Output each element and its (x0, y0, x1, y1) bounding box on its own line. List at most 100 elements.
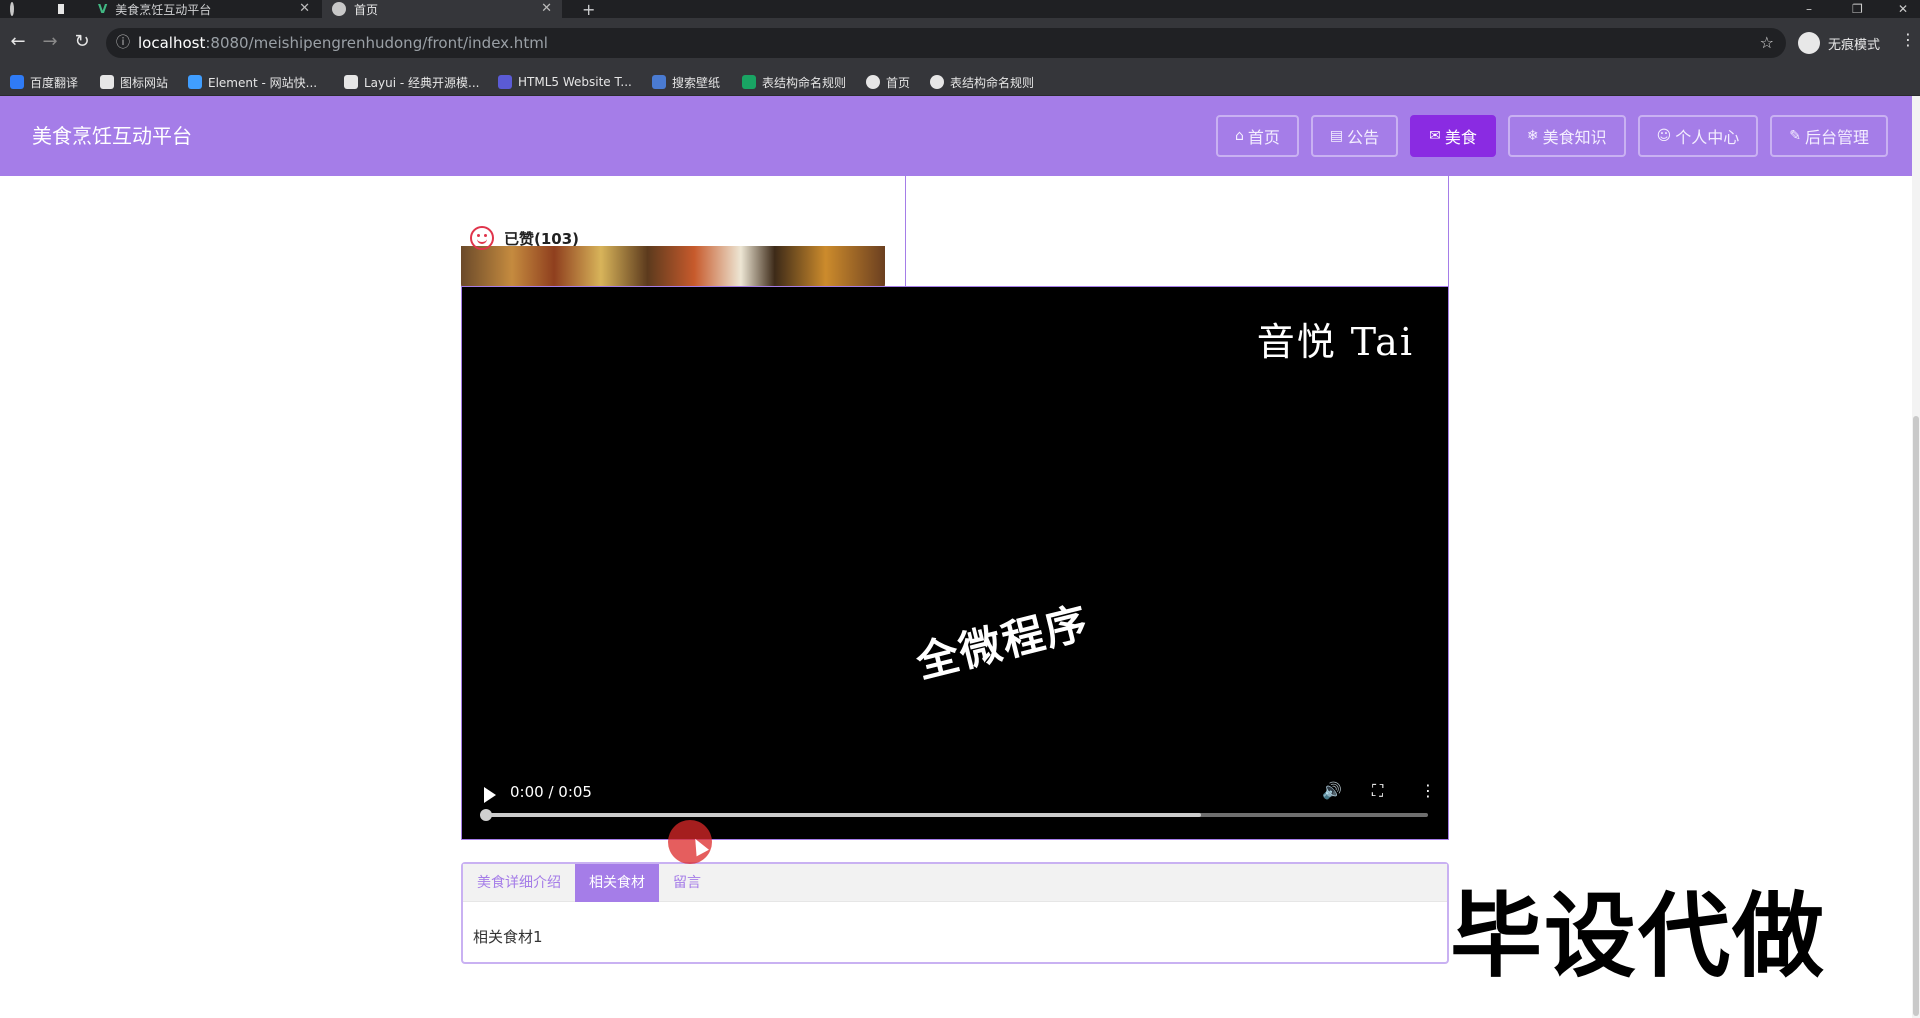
nav-label: 美食知识 (1542, 128, 1607, 147)
tab-content: 相关食材1 (473, 928, 543, 946)
incognito-label: 无痕模式 (1828, 37, 1881, 53)
more-options-icon[interactable]: ⋮ (1420, 781, 1436, 800)
progress-thumb[interactable] (480, 809, 492, 821)
back-button[interactable]: ← (6, 30, 30, 54)
nav-label: 首页 (1247, 128, 1280, 147)
browser-tab-1[interactable]: V 美食烹饪互动平台 ✕ (88, 0, 320, 18)
video-buffer (484, 813, 1202, 817)
bookmark-label: 图标网站 (120, 75, 169, 90)
detail-tabs: 美食详细介绍 相关食材 留言 相关食材1 (461, 862, 1449, 964)
url-host: localhost (138, 34, 206, 52)
bookmark-item[interactable]: Element - 网站快... (188, 68, 317, 96)
element-icon (188, 75, 202, 89)
video-player[interactable]: 音悦 Tai 全微程序 0:00 / 0:05 🔊 ⛶ ⋮ (461, 286, 1449, 840)
bookmark-item[interactable]: 图标网站 (100, 68, 168, 96)
video-time: 0:00 / 0:05 (510, 783, 592, 801)
site-header: 美食烹饪互动平台 ⌂ 首页 ▤ 公告 ✉ 美食 ❄ 美食知识 ☺ 个人中心 ✎ … (0, 96, 1920, 176)
scroll-thumb[interactable] (1913, 416, 1919, 1016)
nav-admin[interactable]: ✎ 后台管理 (1770, 115, 1888, 157)
video-watermark: 音悦 Tai (1256, 320, 1414, 364)
url-path: :8080/meishipengrenhudong/front/index.ht… (205, 34, 548, 52)
globe-icon (866, 75, 880, 89)
volume-icon[interactable]: 🔊 (1322, 781, 1342, 800)
overlay-watermark: 毕设代做 (1450, 883, 1827, 990)
bookmark-item[interactable]: 百度翻译 (10, 68, 78, 96)
tab-label: 美食烹饪互动平台 (115, 2, 212, 17)
tab-comments[interactable]: 留言 (659, 864, 715, 902)
bookmark-label: 表结构命名规则 (950, 75, 1035, 90)
mail-icon: ✉ (1429, 128, 1441, 144)
nav-food-knowledge[interactable]: ❄ 美食知识 (1507, 115, 1626, 157)
layui-icon (344, 75, 358, 89)
sheet-icon (742, 75, 756, 89)
main-nav: ⌂ 首页 ▤ 公告 ✉ 美食 ❄ 美食知识 ☺ 个人中心 ✎ 后台管理 (1215, 115, 1888, 157)
browser-menu-icon[interactable]: ⋮ (1900, 30, 1916, 49)
bookmark-label: 搜索壁纸 (672, 75, 721, 90)
url-field[interactable]: ⓘ localhost:8080/meishipengrenhudong/fro… (106, 28, 1786, 58)
nav-label: 美食 (1444, 128, 1477, 147)
bookmark-item[interactable]: 表结构命名规则 (930, 68, 1034, 96)
bookmark-item[interactable]: 搜索壁纸 (652, 68, 720, 96)
nav-home[interactable]: ⌂ 首页 (1215, 115, 1299, 157)
tab-food-intro[interactable]: 美食详细介绍 (463, 864, 575, 902)
like-count: 已赞(103) (504, 229, 580, 248)
bookmark-item[interactable]: 首页 (866, 68, 910, 96)
nav-label: 公告 (1347, 128, 1380, 147)
minimize-button[interactable]: – (1806, 0, 1812, 18)
site-title: 美食烹饪互动平台 (32, 124, 192, 148)
like-button[interactable]: 已赞(103) (470, 226, 579, 250)
globe-icon (930, 75, 944, 89)
info-icon[interactable]: ⓘ (116, 28, 130, 58)
nav-announcement[interactable]: ▤ 公告 (1310, 115, 1399, 157)
tab-label: 首页 (354, 2, 379, 17)
nav-label: 后台管理 (1804, 128, 1869, 147)
bookmark-label: Element - 网站快... (208, 75, 318, 90)
page-scrollbar[interactable] (1912, 96, 1920, 1018)
nav-personal-center[interactable]: ☺ 个人中心 (1637, 115, 1759, 157)
browser-tab-2[interactable]: 首页 ✕ (322, 0, 562, 18)
bookmark-label: HTML5 Website T... (518, 75, 632, 89)
close-icon[interactable]: ✕ (299, 0, 310, 18)
user-icon: ☺ (1656, 128, 1672, 144)
tab-ingredients[interactable]: 相关食材 (575, 864, 659, 902)
fullscreen-icon[interactable]: ⛶ (1372, 781, 1383, 801)
video-progress-bar[interactable] (480, 809, 1428, 821)
home-icon: ⌂ (1234, 128, 1244, 144)
reload-button[interactable]: ↻ (70, 30, 94, 54)
snowflake-icon: ❄ (1526, 128, 1539, 144)
incognito-icon (1798, 32, 1820, 54)
vue-icon: V (98, 2, 108, 16)
html5-icon (498, 75, 512, 89)
bookmark-item[interactable]: Layui - 经典开源模... (344, 68, 479, 96)
globe-icon (10, 2, 14, 16)
play-icon[interactable] (484, 787, 496, 803)
browser-globe-icon[interactable] (0, 0, 24, 18)
web-page: 已赞(103) 音悦 Tai 全微程序 0:00 / 0:05 🔊 ⛶ ⋮ 美食… (0, 96, 1920, 1018)
tab-header: 美食详细介绍 相关食材 留言 (463, 864, 1447, 902)
nav-label: 个人中心 (1675, 128, 1740, 147)
restore-button[interactable]: ❐ (1852, 0, 1863, 18)
wallpaper-icon (652, 75, 666, 89)
nav-food[interactable]: ✉ 美食 (1410, 115, 1496, 157)
bookmark-label: 百度翻译 (30, 75, 79, 90)
video-center-text: 全微程序 (911, 597, 1095, 688)
window-icon[interactable] (48, 0, 74, 18)
bookmark-item[interactable]: HTML5 Website T... (498, 68, 632, 96)
bookmark-item[interactable]: 表结构命名规则 (742, 68, 846, 96)
smile-icon (470, 226, 494, 250)
new-tab-button[interactable]: + (572, 0, 602, 19)
bookmarks-bar: 百度翻译 图标网站 Element - 网站快... Layui - 经典开源模… (0, 68, 1920, 96)
bookmark-star-icon[interactable]: ☆ (1760, 28, 1774, 58)
address-bar: ← → ↻ ⓘ localhost:8080/meishipengrenhudo… (0, 18, 1920, 68)
bookmark-label: 表结构命名规则 (762, 75, 847, 90)
close-icon[interactable]: ✕ (541, 0, 552, 18)
bookmark-label: Layui - 经典开源模... (364, 75, 480, 90)
bookmark-label: 首页 (886, 75, 911, 90)
globe-icon (332, 2, 346, 16)
window-square-icon (58, 4, 64, 14)
close-window-button[interactable]: ✕ (1898, 0, 1908, 18)
forward-button[interactable]: → (38, 30, 62, 54)
incognito-indicator[interactable]: 无痕模式 (1798, 28, 1880, 58)
announcement-icon: ▤ (1329, 128, 1344, 144)
flag-icon (100, 75, 114, 89)
